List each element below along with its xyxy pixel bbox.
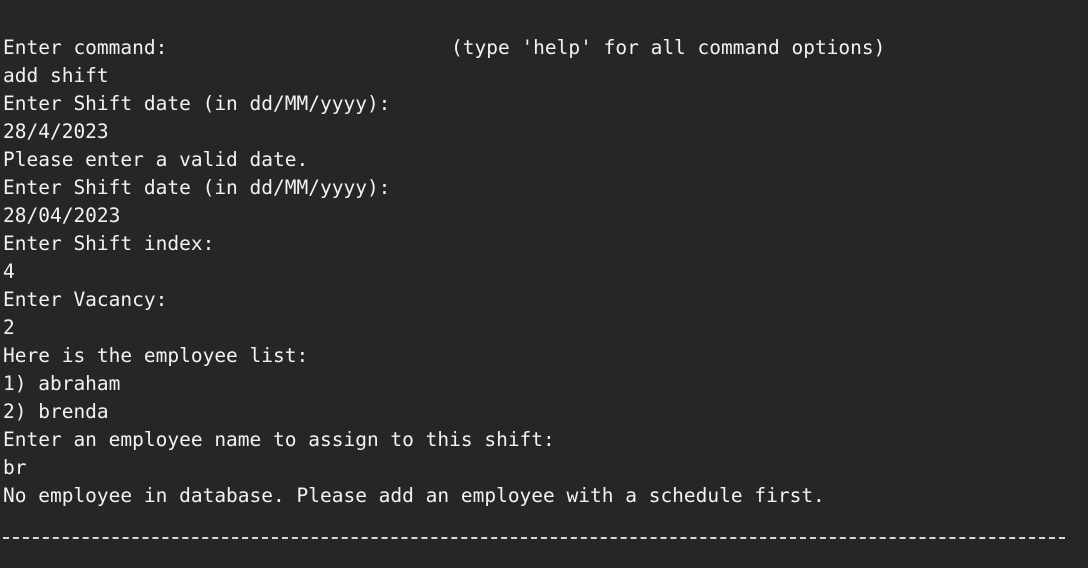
employee-list-item: 2) brenda <box>3 400 109 423</box>
error-invalid-date: Please enter a valid date. <box>3 148 309 171</box>
user-input-vacancy: 2 <box>3 316 15 339</box>
employee-list-header: Here is the employee list: <box>3 344 309 367</box>
divider-line <box>3 537 1065 539</box>
user-input-date: 28/04/2023 <box>3 204 121 227</box>
user-input-date: 28/4/2023 <box>3 120 109 143</box>
user-input-command: add shift <box>3 64 109 87</box>
prompt-employee-name: Enter an employee name to assign to this… <box>3 428 555 451</box>
terminal-window[interactable]: Enter command: (type 'help' for all comm… <box>0 0 1088 568</box>
prompt-vacancy: Enter Vacancy: <box>3 288 168 311</box>
error-no-employee: No employee in database. Please add an e… <box>3 484 825 507</box>
employee-list-item: 1) abraham <box>3 372 121 395</box>
prompt-shift-date: Enter Shift date (in dd/MM/yyyy): <box>3 92 391 115</box>
prompt-shift-index: Enter Shift index: <box>3 232 215 255</box>
help-hint: (type 'help' for all command options) <box>451 36 886 59</box>
user-input-employee-name: br <box>3 456 27 479</box>
user-input-shift-index: 4 <box>3 260 15 283</box>
prompt-shift-date: Enter Shift date (in dd/MM/yyyy): <box>3 176 391 199</box>
